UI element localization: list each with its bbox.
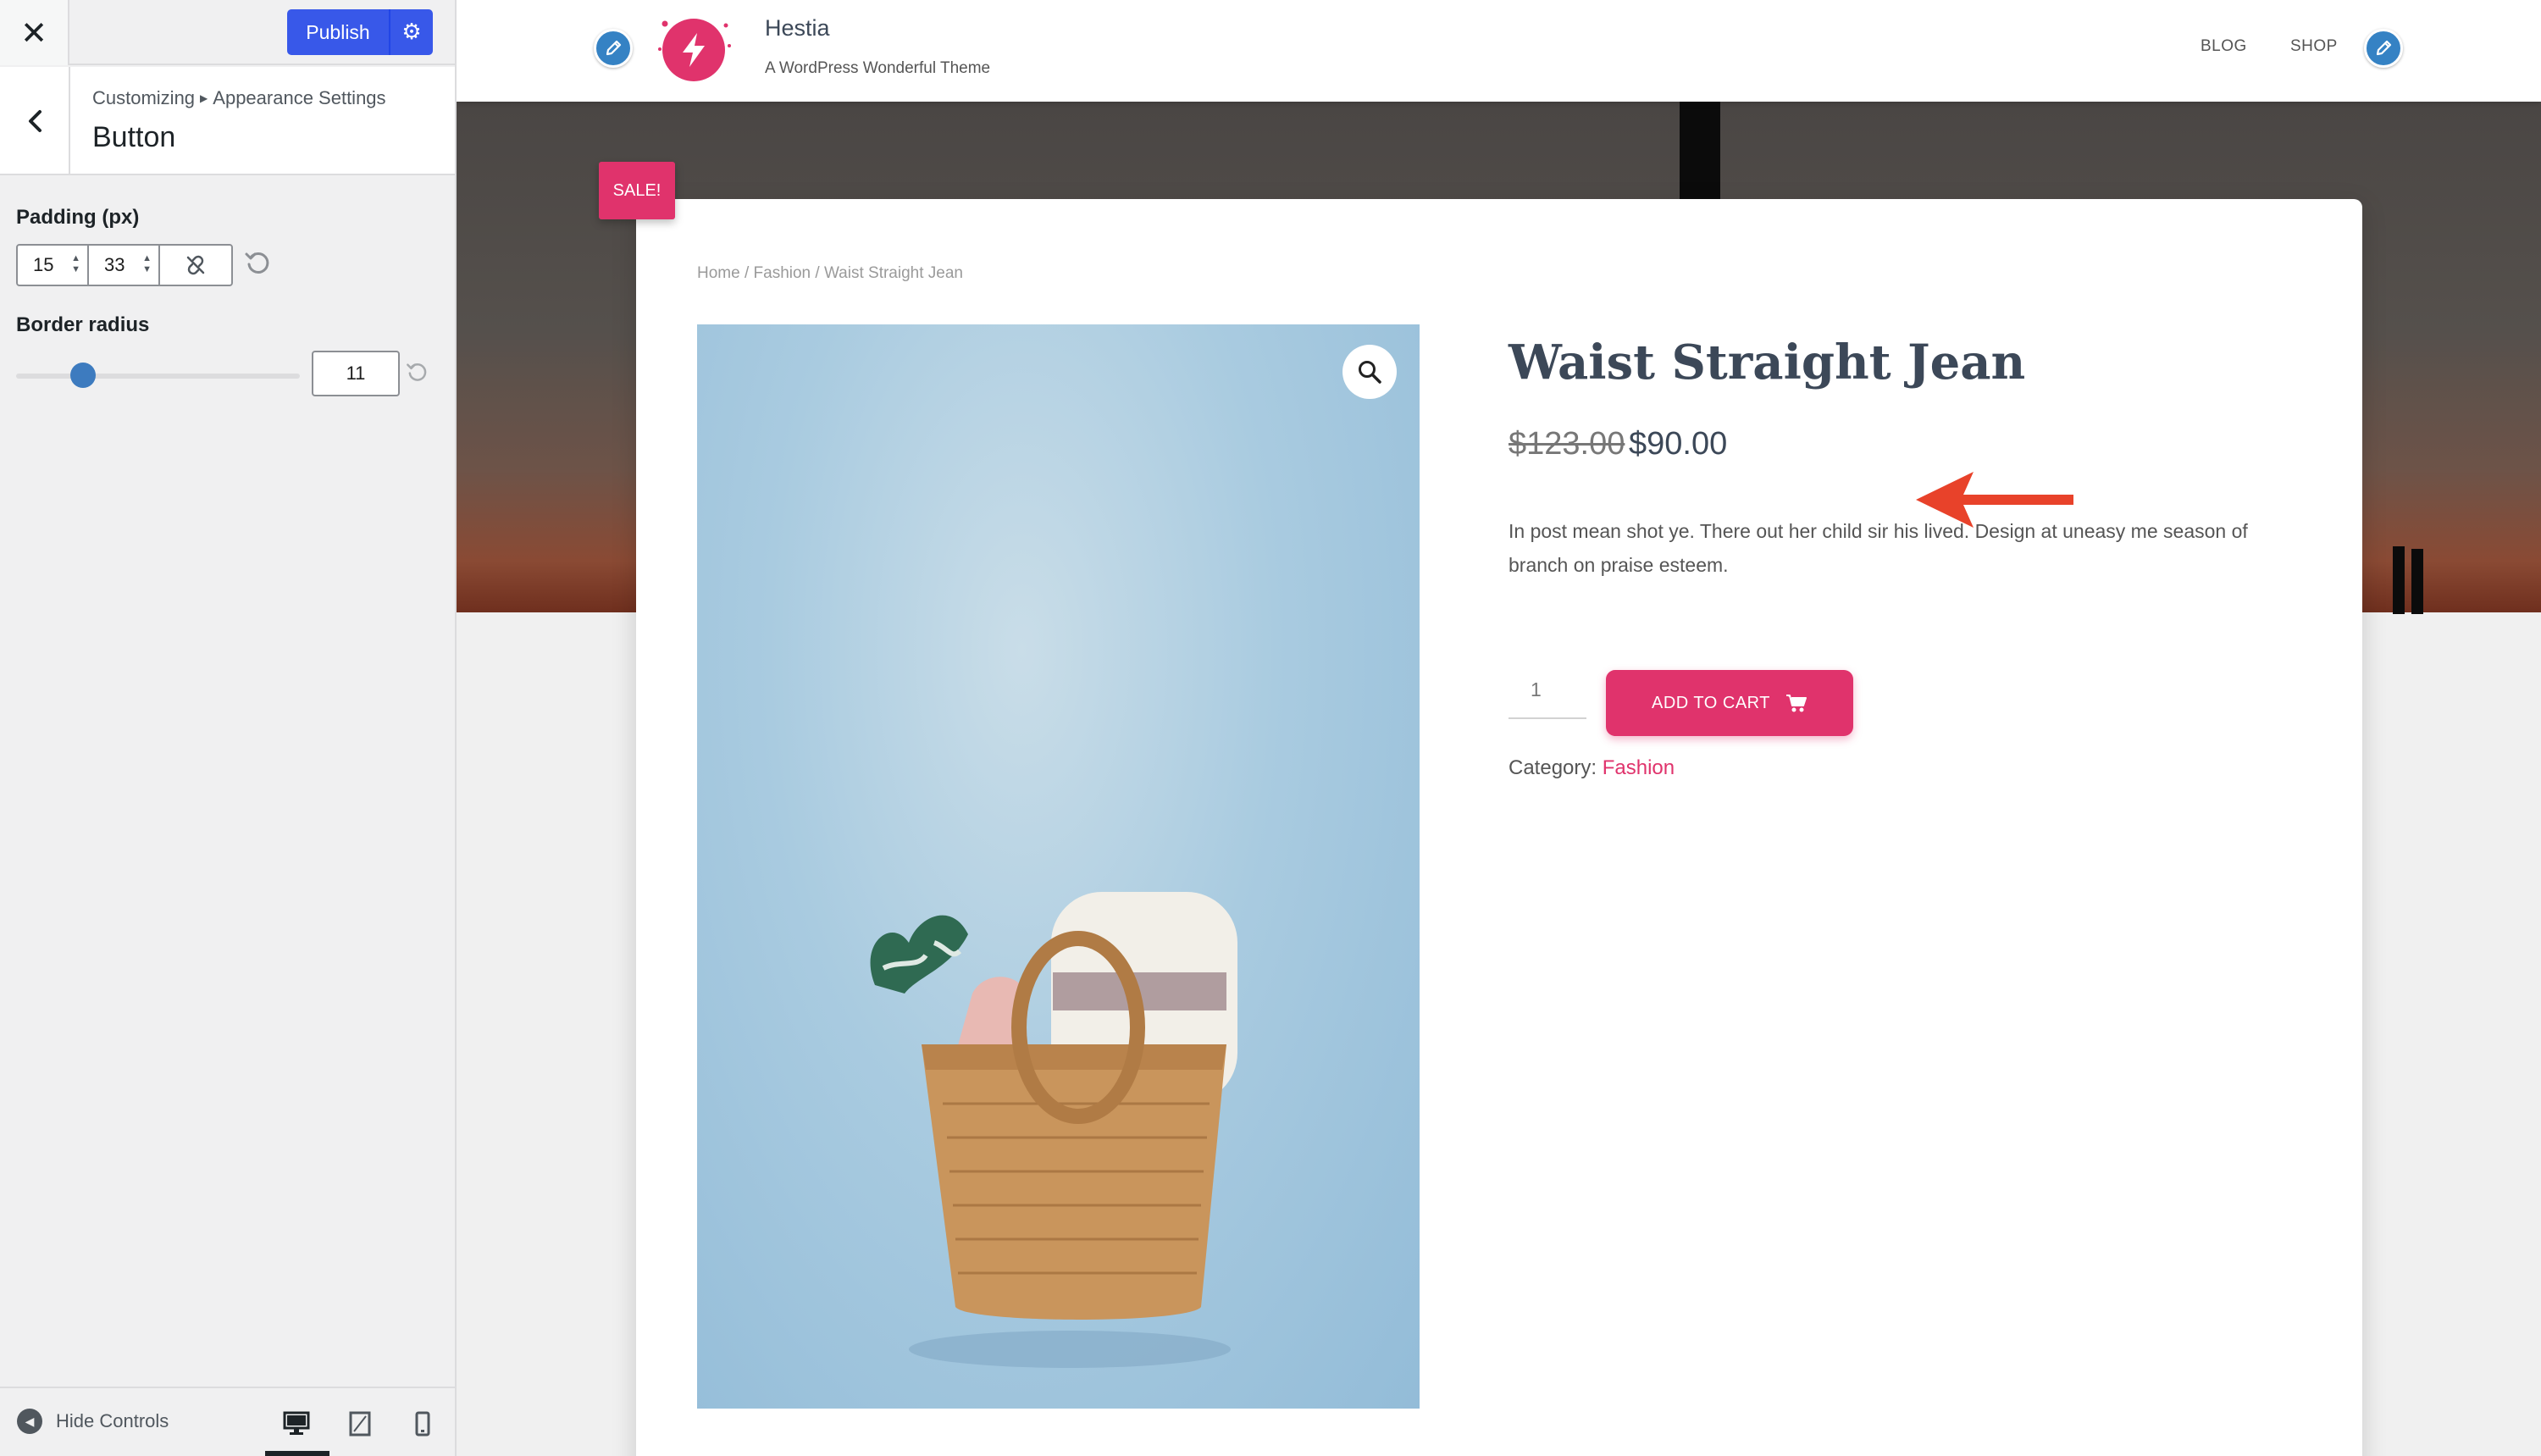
unlink-values-button[interactable] <box>160 246 231 285</box>
edit-menu-shortcut[interactable] <box>2364 29 2403 68</box>
product-description: In post mean shot ye. There out her chil… <box>1509 520 2248 576</box>
stepper-icon[interactable]: ▲ ▼ <box>142 253 152 275</box>
image-zoom-button[interactable] <box>1342 345 1397 399</box>
publish-settings-gear-icon[interactable]: ⚙ <box>390 19 433 45</box>
product-image[interactable] <box>697 324 1420 1409</box>
border-radius-slider-handle[interactable] <box>70 363 96 388</box>
section-header: Customizing ▶ Appearance Settings Button <box>0 67 455 175</box>
padding-label: Padding (px) <box>16 206 140 229</box>
pencil-icon <box>606 40 622 56</box>
logo-sparkles-icon <box>658 20 731 51</box>
site-tagline: A WordPress Wonderful Theme <box>765 59 991 77</box>
tablet-icon <box>349 1411 371 1437</box>
product-category: Category: Fashion <box>1509 756 1675 780</box>
add-to-cart-button[interactable]: ADD TO CART <box>1606 670 1853 736</box>
collapse-arrow-icon: ◀ <box>17 1409 42 1434</box>
hero-chimney <box>1680 102 1720 199</box>
padding-top-bottom-value: 15 <box>33 254 54 275</box>
hero-chimney <box>2393 546 2405 614</box>
category-label: Category: <box>1509 756 1597 779</box>
publish-button[interactable]: Publish ⚙ <box>287 9 433 55</box>
preview-mobile-button[interactable] <box>406 1407 440 1441</box>
pencil-icon <box>2376 40 2392 56</box>
nav-shop-link[interactable]: SHOP <box>2290 37 2338 56</box>
padding-reset-icon[interactable] <box>243 247 274 282</box>
site-title[interactable]: Hestia <box>765 15 830 42</box>
product-price: $90.00 <box>1629 426 1728 462</box>
padding-left-right-input[interactable]: 33 ▲ ▼ <box>89 246 160 285</box>
nav-blog-link[interactable]: BLOG <box>2201 37 2247 56</box>
desktop-icon <box>283 1411 310 1435</box>
site-header: Hestia A WordPress Wonderful Theme BLOG … <box>457 0 2541 102</box>
mobile-icon <box>415 1411 430 1437</box>
hide-controls-label: Hide Controls <box>56 1410 169 1431</box>
add-to-cart-label: ADD TO CART <box>1652 693 1770 712</box>
hide-controls-button[interactable]: ◀ Hide Controls <box>17 1409 169 1434</box>
category-link[interactable]: Fashion <box>1603 756 1675 779</box>
breadcrumb-root: Customizing <box>92 87 196 108</box>
cart-icon <box>1785 695 1807 712</box>
quantity-value: 1 <box>1531 678 1542 700</box>
straw-basket-illustration <box>870 892 1237 1368</box>
border-radius-slider-track[interactable] <box>16 374 300 379</box>
breadcrumb-section: Appearance Settings <box>213 87 386 108</box>
section-title: Button <box>92 121 176 153</box>
product-card: Home / Fashion / Waist Straight Jean Wai… <box>636 199 2362 1456</box>
padding-left-right-value: 33 <box>104 254 125 275</box>
product-old-price: $123.00 <box>1509 426 1625 462</box>
border-radius-value: 11 <box>346 363 366 384</box>
close-icon: ✕ <box>20 14 47 52</box>
preview-tablet-button[interactable] <box>343 1407 377 1441</box>
close-customizer-button[interactable]: ✕ <box>0 0 69 65</box>
customizer-header: ✕ Publish ⚙ <box>0 0 455 65</box>
padding-control: 15 ▲ ▼ 33 ▲ ▼ <box>16 244 233 286</box>
publish-label: Publish <box>306 20 370 43</box>
breadcrumb-separator-icon: ▶ <box>200 92 208 104</box>
hero-chimney <box>2411 549 2423 614</box>
site-preview: Hestia A WordPress Wonderful Theme BLOG … <box>457 0 2541 1456</box>
unlink-icon <box>186 255 205 275</box>
stepper-icon[interactable]: ▲ ▼ <box>71 253 80 275</box>
sale-badge: SALE! <box>599 162 675 219</box>
quantity-input[interactable]: 1 <box>1509 670 1586 719</box>
product-breadcrumb[interactable]: Home / Fashion / Waist Straight Jean <box>697 264 963 283</box>
annotation-arrow-icon <box>1916 472 2073 528</box>
border-radius-input[interactable]: 11 <box>312 351 400 396</box>
back-button[interactable] <box>0 67 70 175</box>
product-title: Waist Straight Jean <box>1509 335 2026 390</box>
border-radius-reset-icon[interactable] <box>405 359 430 389</box>
padding-top-bottom-input[interactable]: 15 ▲ ▼ <box>18 246 89 285</box>
preview-desktop-button[interactable] <box>280 1407 313 1441</box>
customizer-footer: ◀ Hide Controls <box>0 1387 455 1456</box>
magnifier-icon <box>1359 361 1381 384</box>
edit-logo-shortcut[interactable] <box>594 29 633 68</box>
chevron-left-icon <box>28 110 42 132</box>
customizer-sidebar: ✕ Publish ⚙ Customizing ▶ Appearance Setti… <box>0 0 457 1456</box>
border-radius-label: Border radius <box>16 313 150 336</box>
breadcrumb: Customizing ▶ Appearance Settings <box>92 87 386 109</box>
active-device-indicator <box>265 1451 329 1456</box>
